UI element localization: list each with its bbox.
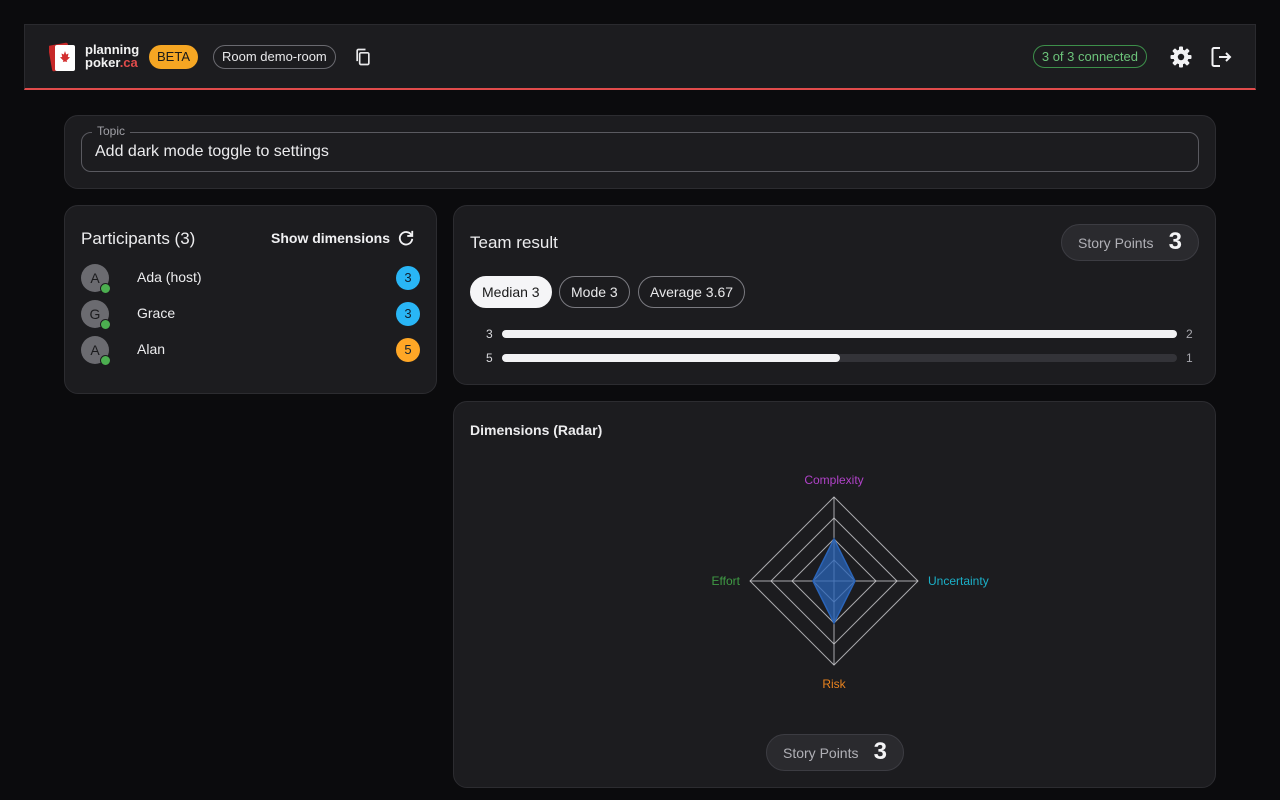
vote-badge: 3 — [396, 302, 420, 326]
radar-axis-label: Risk — [822, 677, 846, 691]
brand-suffix: .ca — [119, 55, 138, 70]
participant-row: G Grace 3 — [81, 300, 421, 330]
online-indicator — [100, 355, 111, 366]
team-result-title: Team result — [470, 233, 558, 252]
radar-story-points-badge: Story Points 3 — [766, 734, 904, 771]
radar-card: Dimensions (Radar) Complexity Uncertainty… — [453, 401, 1216, 788]
participants-title: Participants (3) — [81, 229, 196, 248]
radar-story-points-value: 3 — [873, 738, 887, 765]
participant-row: A Alan 5 — [81, 336, 421, 366]
distribution-value: 3 — [486, 327, 493, 341]
avatar: A — [81, 264, 111, 294]
distribution-count: 1 — [1186, 351, 1193, 365]
stat-chip[interactable]: Median 3 — [470, 276, 552, 308]
brand-logo: planning poker.ca — [85, 43, 139, 69]
distribution-bar-fill — [502, 354, 840, 362]
distribution-row: 32 — [486, 327, 1196, 341]
story-points-badge: Story Points 3 — [1061, 224, 1199, 261]
story-points-label: Story Points — [1078, 235, 1154, 251]
distribution-bar-fill — [502, 330, 1177, 338]
copy-icon[interactable] — [353, 47, 373, 67]
beta-badge: BETA — [149, 45, 198, 69]
stat-chip[interactable]: Mode 3 — [559, 276, 630, 308]
avatar: A — [81, 336, 111, 366]
app-header: planning poker.ca BETA Room demo-room 3 … — [24, 24, 1256, 90]
topic-input[interactable]: Topic Add dark mode toggle to settings — [81, 124, 1199, 172]
distribution-bar-track — [502, 330, 1177, 338]
participant-name: Grace — [137, 305, 176, 321]
distribution-value: 5 — [486, 351, 493, 365]
team-result-card: Team result Story Points 3 Median 3 Mode … — [453, 205, 1216, 385]
distribution-bar-track — [502, 354, 1177, 362]
refresh-icon[interactable] — [396, 228, 416, 248]
logout-icon[interactable] — [1209, 45, 1233, 69]
radar-axis-label: Complexity — [804, 473, 863, 487]
radar-data-area — [812, 537, 856, 625]
room-chip: Room demo-room — [213, 45, 336, 69]
avatar: G — [81, 300, 111, 330]
topic-card: Topic Add dark mode toggle to settings — [64, 115, 1216, 189]
participant-name: Alan — [137, 341, 166, 357]
story-points-value: 3 — [1168, 228, 1182, 255]
distribution-count: 2 — [1186, 327, 1193, 341]
online-indicator — [100, 283, 111, 294]
stat-chip[interactable]: Average 3.67 — [638, 276, 746, 308]
topic-label: Topic — [92, 124, 131, 138]
vote-badge: 5 — [396, 338, 420, 362]
card-logo-icon — [49, 42, 75, 72]
participants-card: Participants (3) Show dimensions A Ada (h… — [64, 205, 437, 394]
vote-badge: 3 — [396, 266, 420, 290]
radar-axis-label: Uncertainty — [928, 574, 989, 588]
radar-axis-label: Effort — [712, 574, 741, 588]
participant-name: Ada (host) — [137, 269, 202, 285]
brand-line2: poker — [85, 55, 120, 70]
radar-chart: Complexity Uncertainty Risk Effort — [712, 473, 989, 691]
participant-row: A Ada (host) 3 — [81, 264, 421, 294]
show-dimensions-button[interactable]: Show dimensions — [271, 230, 390, 246]
gear-icon[interactable] — [1169, 45, 1193, 69]
distribution-row: 51 — [486, 351, 1196, 365]
online-indicator — [100, 319, 111, 330]
topic-value: Add dark mode toggle to settings — [95, 143, 329, 160]
radar-story-points-label: Story Points — [783, 745, 859, 761]
connection-status: 3 of 3 connected — [1032, 45, 1147, 68]
